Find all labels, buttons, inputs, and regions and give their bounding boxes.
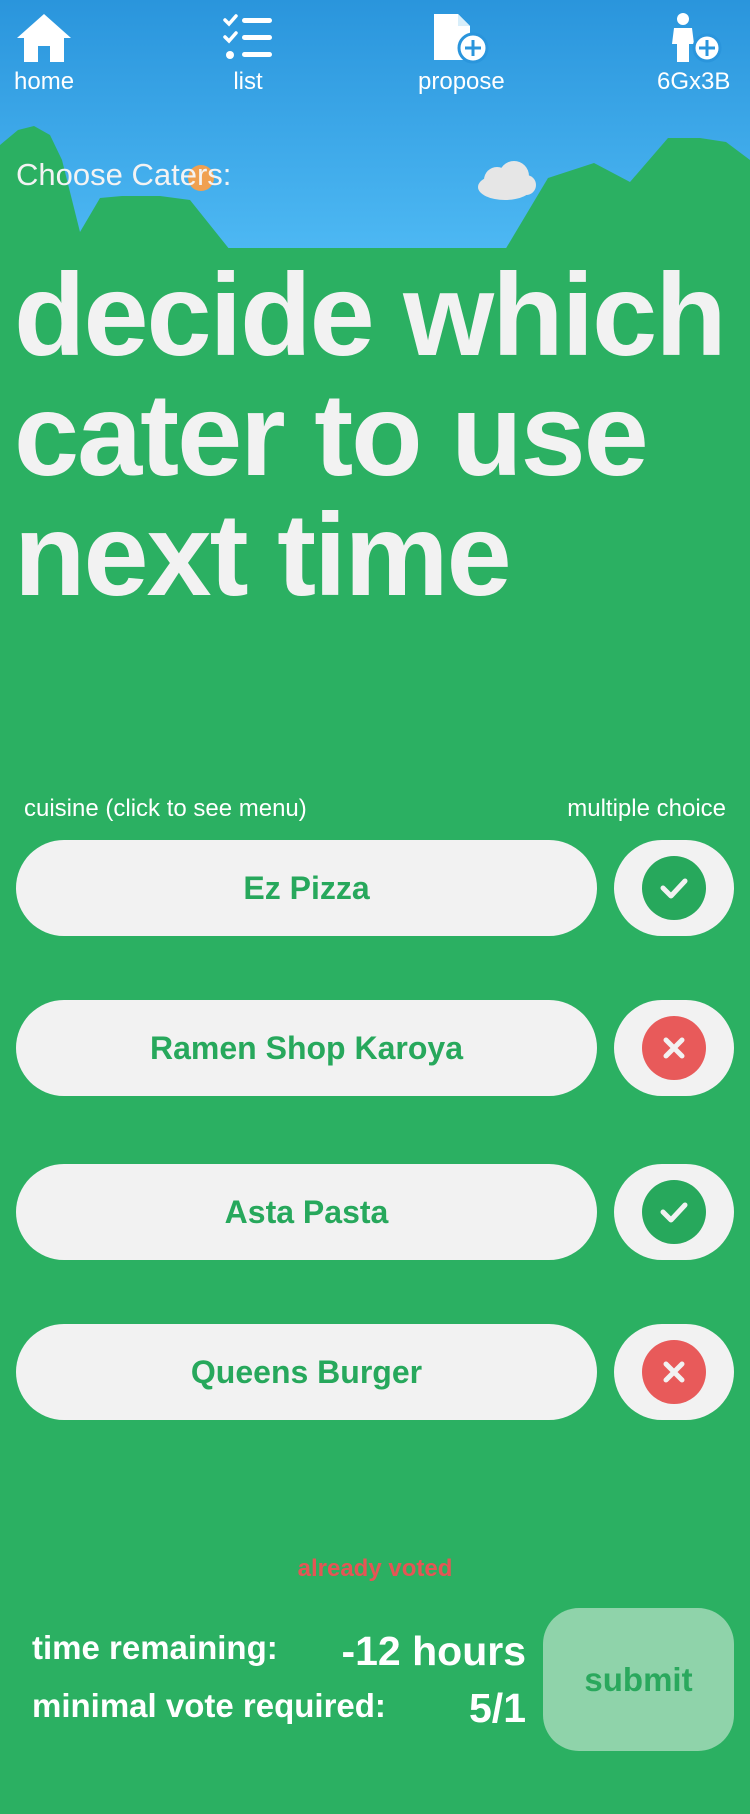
check-icon <box>642 856 706 920</box>
cater-button-queens-burger[interactable]: Queens Burger <box>16 1324 597 1420</box>
file-add-icon <box>432 12 490 64</box>
nav-home-label: home <box>14 68 75 95</box>
cuisine-column-header: cuisine (click to see menu) <box>24 795 307 822</box>
check-icon <box>642 1180 706 1244</box>
option-row: Ramen Shop Karoya <box>16 1000 734 1096</box>
nav-propose-label: propose <box>418 68 505 95</box>
vote-toggle[interactable] <box>614 840 734 936</box>
nav-list[interactable]: list <box>222 12 274 96</box>
top-nav: home list propose 6Gx3B <box>0 0 750 110</box>
time-remaining-label: time remaining: <box>32 1629 278 1666</box>
min-votes-label: minimal vote required: <box>32 1687 386 1724</box>
cater-button-asta-pasta[interactable]: Asta Pasta <box>16 1164 597 1260</box>
page-title: decide which cater to use next time <box>14 249 727 620</box>
close-icon <box>642 1016 706 1080</box>
list-icon <box>222 12 274 64</box>
submit-button[interactable]: submit <box>543 1608 734 1751</box>
option-row: Ez Pizza <box>16 840 734 936</box>
nav-propose[interactable]: propose <box>418 12 505 96</box>
nav-account-label: 6Gx3B <box>657 68 731 95</box>
home-icon <box>15 12 73 64</box>
option-row: Asta Pasta <box>16 1164 734 1260</box>
section-label: Choose Caters: <box>16 157 232 192</box>
nav-list-label: list <box>233 68 263 95</box>
vote-toggle[interactable] <box>614 1000 734 1096</box>
min-votes-value: 5/1 <box>469 1685 526 1731</box>
time-remaining-value: -12 hours <box>341 1628 526 1674</box>
vote-toggle[interactable] <box>614 1324 734 1420</box>
option-row: Queens Burger <box>16 1324 734 1420</box>
vote-toggle[interactable] <box>614 1164 734 1260</box>
user-add-icon <box>665 12 723 64</box>
cater-button-ramen-shop-karoya[interactable]: Ramen Shop Karoya <box>16 1000 597 1096</box>
cater-button-ez-pizza[interactable]: Ez Pizza <box>16 840 597 936</box>
close-icon <box>642 1340 706 1404</box>
nav-home[interactable]: home <box>14 12 74 96</box>
choice-column-header: multiple choice <box>567 795 726 822</box>
nav-account[interactable]: 6Gx3B <box>657 12 730 96</box>
already-voted-message: already voted <box>297 1555 453 1582</box>
